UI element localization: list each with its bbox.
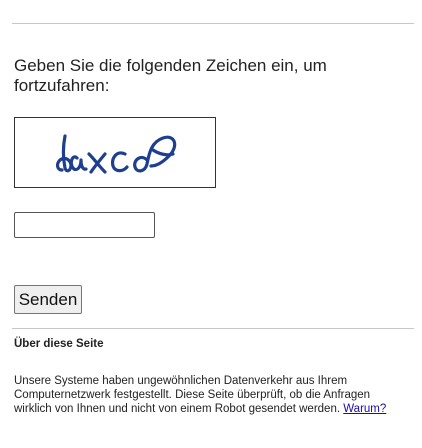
captcha-answer-input[interactable]	[14, 212, 155, 238]
captcha-image	[14, 117, 216, 188]
top-divider	[12, 23, 414, 24]
submit-button[interactable]: Senden	[14, 285, 82, 314]
section-divider	[12, 328, 414, 329]
captcha-instruction: Geben Sie die folgenden Zeichen ein, um …	[14, 56, 327, 95]
why-link[interactable]: Warum?	[343, 403, 386, 415]
about-page-heading: Über diese Seite	[14, 338, 104, 350]
about-page-description: Unsere Systeme haben ungewöhnlichen Date…	[14, 374, 410, 416]
about-body-text: Unsere Systeme haben ungewöhnlichen Date…	[14, 375, 371, 415]
captcha-characters-icon	[55, 134, 177, 174]
